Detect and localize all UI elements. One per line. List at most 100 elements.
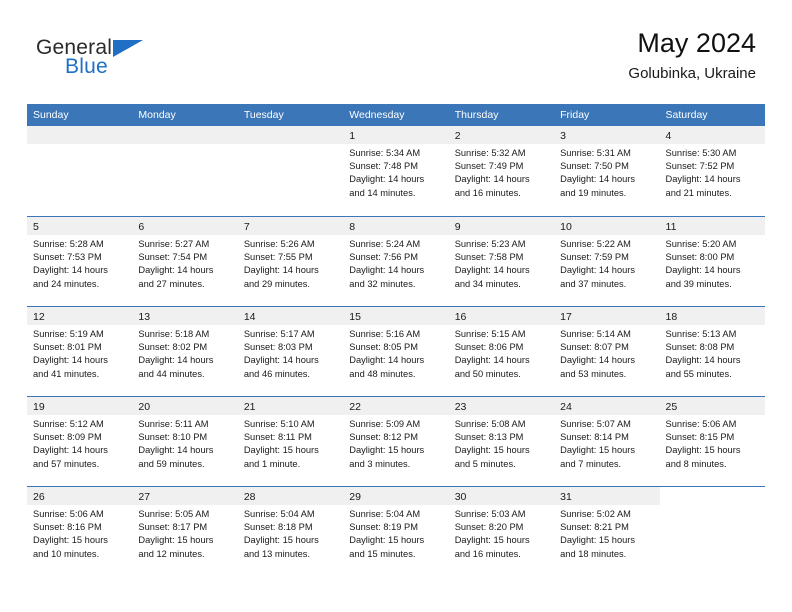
location-subtitle: Golubinka, Ukraine — [628, 65, 756, 83]
calendar-day-cell[interactable]: 15 Sunrise: 5:16 AM Sunset: 8:05 PM Dayligh… — [343, 307, 449, 396]
sun-info-daylight-2: and 19 minutes. — [560, 187, 627, 198]
calendar-day-cell[interactable]: 16 Sunrise: 5:15 AM Sunset: 8:06 PM Dayligh… — [448, 307, 555, 396]
sun-info-daylight-2: and 5 minutes. — [454, 458, 516, 469]
sun-info: Sunrise: 5:10 AM Sunset: 8:11 PM Daylight:… — [238, 415, 343, 471]
day-number: 24 — [560, 401, 572, 413]
calendar-day-cell[interactable]: 26 Sunrise: 5:06 AM Sunset: 8:16 PM Dayligh… — [27, 487, 133, 576]
sun-info-daylight-2: and 15 minutes. — [349, 548, 416, 559]
calendar-day-cell[interactable]: 21 Sunrise: 5:10 AM Sunset: 8:11 PM Dayligh… — [237, 397, 344, 486]
calendar-day-cell[interactable]: 22 Sunrise: 5:09 AM Sunset: 8:12 PM Dayligh… — [343, 397, 449, 486]
sun-info-sunset: Sunset: 8:02 PM — [138, 342, 208, 353]
sun-info: Sunrise: 5:22 AM Sunset: 7:59 PM Daylight:… — [554, 235, 659, 291]
sun-info-sunrise: Sunrise: 5:18 AM — [138, 329, 210, 339]
calendar-day-cell[interactable]: 13 Sunrise: 5:18 AM Sunset: 8:02 PM Dayligh… — [132, 307, 238, 396]
general-blue-logo[interactable]: General Blue — [36, 36, 176, 88]
day-number-band: 15 — [343, 307, 449, 325]
sun-info-sunrise: Sunrise: 5:06 AM — [665, 419, 737, 429]
sun-info-daylight-1: Daylight: 14 hours — [349, 174, 425, 185]
day-number: 17 — [560, 311, 572, 323]
sun-info-daylight-1: Daylight: 14 hours — [454, 174, 530, 185]
sun-info: Sunrise: 5:26 AM Sunset: 7:55 PM Daylight:… — [238, 235, 343, 291]
day-number: 8 — [349, 221, 356, 233]
day-number-band: 5 — [27, 217, 133, 235]
sun-info-sunrise: Sunrise: 5:22 AM — [560, 239, 631, 249]
sun-info-daylight-2: and 39 minutes. — [665, 278, 732, 289]
day-number-band: 7 — [237, 217, 344, 235]
sun-info-sunset: Sunset: 8:14 PM — [560, 432, 629, 443]
sun-info-daylight-1: Daylight: 15 hours — [560, 445, 636, 456]
day-number: 20 — [138, 401, 151, 413]
sun-info: Sunrise: 5:18 AM Sunset: 8:02 PM Daylight:… — [132, 325, 237, 381]
calendar-day-cell[interactable]: 7 Sunrise: 5:26 AM Sunset: 7:55 PM Daylight… — [237, 217, 344, 306]
sun-info-daylight-1: Daylight: 15 hours — [349, 535, 425, 546]
day-number-band: 23 — [448, 397, 555, 415]
calendar-day-cell[interactable]: 30 Sunrise: 5:03 AM Sunset: 8:20 PM Dayligh… — [448, 487, 555, 576]
day-number-band: 26 — [27, 487, 133, 505]
calendar-day-cell[interactable]: 4 Sunrise: 5:30 AM Sunset: 7:52 PM Daylight… — [659, 126, 765, 216]
sun-info: Sunrise: 5:30 AM Sunset: 7:52 PM Daylight:… — [660, 144, 765, 200]
day-number-band: 29 — [343, 487, 449, 505]
day-number-band: 21 — [237, 397, 344, 415]
sun-info-daylight-2: and 46 minutes. — [243, 368, 310, 379]
sun-info-sunrise: Sunrise: 5:09 AM — [349, 419, 421, 429]
sun-info-daylight-2: and 50 minutes. — [454, 368, 521, 379]
calendar-day-cell[interactable]: 29 Sunrise: 5:04 AM Sunset: 8:19 PM Dayligh… — [343, 487, 449, 576]
calendar-page: General Blue May 2024 Golubinka, Ukraine… — [0, 0, 792, 612]
day-number: 14 — [243, 311, 256, 323]
day-number: 31 — [560, 491, 572, 503]
day-number: 25 — [665, 401, 678, 413]
calendar-day-cell[interactable]: 23 Sunrise: 5:08 AM Sunset: 8:13 PM Dayligh… — [448, 397, 555, 486]
calendar-day-cell[interactable]: 11 Sunrise: 5:20 AM Sunset: 8:00 PM Dayligh… — [659, 217, 765, 306]
calendar-day-cell[interactable]: 17 Sunrise: 5:14 AM Sunset: 8:07 PM Dayligh… — [554, 307, 660, 396]
day-number: 9 — [454, 221, 461, 233]
calendar-day-cell[interactable]: 5 Sunrise: 5:28 AM Sunset: 7:53 PM Daylight… — [27, 217, 133, 306]
day-number-band: 24 — [554, 397, 660, 415]
calendar-day-cell[interactable]: 12 Sunrise: 5:19 AM Sunset: 8:01 PM Dayligh… — [27, 307, 133, 396]
day-number: 21 — [243, 401, 256, 413]
calendar-day-cell[interactable]: 9 Sunrise: 5:23 AM Sunset: 7:58 PM Daylight… — [448, 217, 555, 306]
sun-info-daylight-1: Daylight: 15 hours — [33, 535, 108, 546]
sun-info: Sunrise: 5:06 AM Sunset: 8:16 PM Daylight:… — [27, 505, 132, 561]
day-number-band: 25 — [659, 397, 765, 415]
sun-info-sunset: Sunset: 7:58 PM — [454, 252, 524, 263]
sun-info-daylight-2: and 55 minutes. — [665, 368, 732, 379]
calendar-day-cell[interactable]: 19 Sunrise: 5:12 AM Sunset: 8:09 PM Dayligh… — [27, 397, 133, 486]
day-number-band: 30 — [448, 487, 555, 505]
calendar-day-cell[interactable]: 31 Sunrise: 5:02 AM Sunset: 8:21 PM Dayligh… — [554, 487, 660, 576]
sun-info-sunrise: Sunrise: 5:11 AM — [138, 419, 209, 429]
calendar-day-cell[interactable]: 27 Sunrise: 5:05 AM Sunset: 8:17 PM Dayligh… — [132, 487, 238, 576]
sun-info-daylight-1: Daylight: 15 hours — [138, 535, 214, 546]
logo-word-blue: Blue — [65, 55, 108, 78]
sun-info: Sunrise: 5:34 AM Sunset: 7:48 PM Daylight:… — [343, 144, 448, 200]
day-number-band — [27, 126, 133, 144]
sun-info-daylight-2: and 24 minutes. — [33, 278, 100, 289]
sun-info: Sunrise: 5:31 AM Sunset: 7:50 PM Daylight:… — [554, 144, 659, 200]
calendar-day-cell[interactable]: 24 Sunrise: 5:07 AM Sunset: 8:14 PM Dayligh… — [554, 397, 660, 486]
calendar-week-row: 1 Sunrise: 5:34 AM Sunset: 7:48 PM Daylight… — [27, 126, 765, 216]
sun-info-sunset: Sunset: 7:53 PM — [33, 252, 102, 263]
sun-info-sunrise: Sunrise: 5:31 AM — [560, 148, 631, 158]
calendar-day-cell[interactable]: 20 Sunrise: 5:11 AM Sunset: 8:10 PM Dayligh… — [132, 397, 238, 486]
calendar-day-cell[interactable]: 8 Sunrise: 5:24 AM Sunset: 7:56 PM Daylight… — [343, 217, 449, 306]
sun-info: Sunrise: 5:07 AM Sunset: 8:14 PM Daylight:… — [554, 415, 659, 471]
sun-info-sunset: Sunset: 8:19 PM — [349, 522, 418, 533]
calendar-day-cell[interactable]: 10 Sunrise: 5:22 AM Sunset: 7:59 PM Dayligh… — [554, 217, 660, 306]
day-number: 12 — [33, 311, 45, 323]
calendar-day-cell[interactable]: 3 Sunrise: 5:31 AM Sunset: 7:50 PM Daylight… — [554, 126, 660, 216]
day-number-band: 4 — [659, 126, 765, 144]
sun-info-daylight-2: and 29 minutes. — [243, 278, 310, 289]
calendar-week-row: 5 Sunrise: 5:28 AM Sunset: 7:53 PM Daylight… — [27, 216, 765, 306]
calendar-day-cell[interactable]: 1 Sunrise: 5:34 AM Sunset: 7:48 PM Daylight… — [343, 126, 449, 216]
day-number-band — [237, 126, 344, 144]
calendar-day-cell[interactable]: 28 Sunrise: 5:04 AM Sunset: 8:18 PM Dayligh… — [237, 487, 344, 576]
sun-info-sunset: Sunset: 7:56 PM — [349, 252, 418, 263]
calendar-day-cell[interactable]: 25 Sunrise: 5:06 AM Sunset: 8:15 PM Dayligh… — [659, 397, 765, 486]
calendar-day-cell[interactable]: 6 Sunrise: 5:27 AM Sunset: 7:54 PM Daylight… — [132, 217, 238, 306]
sun-info-sunset: Sunset: 7:54 PM — [138, 252, 208, 263]
calendar-day-cell[interactable]: 14 Sunrise: 5:17 AM Sunset: 8:03 PM Dayligh… — [237, 307, 344, 396]
sun-info: Sunrise: 5:17 AM Sunset: 8:03 PM Daylight:… — [238, 325, 343, 381]
sun-info-sunset: Sunset: 8:13 PM — [454, 432, 524, 443]
calendar-day-cell[interactable]: 18 Sunrise: 5:13 AM Sunset: 8:08 PM Dayligh… — [659, 307, 765, 396]
day-number-band: 12 — [27, 307, 133, 325]
calendar-day-cell[interactable]: 2 Sunrise: 5:32 AM Sunset: 7:49 PM Daylight… — [448, 126, 555, 216]
